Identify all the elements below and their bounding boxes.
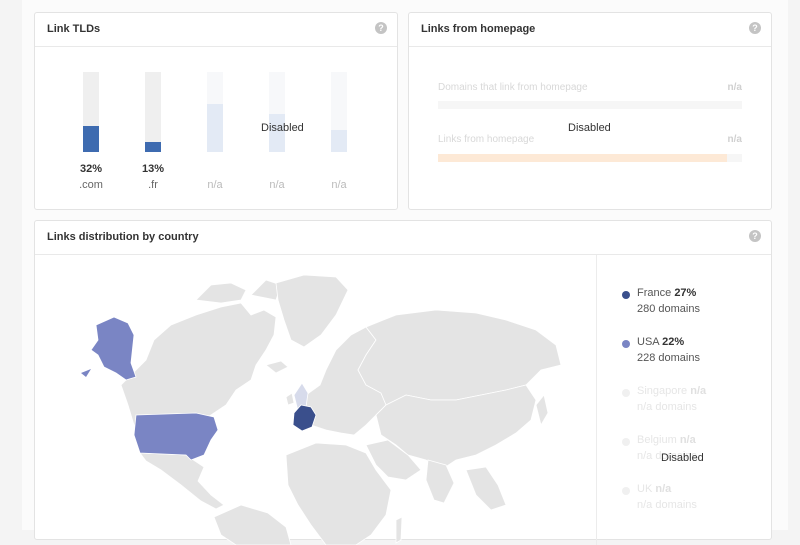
homepage-row-value: n/a bbox=[727, 134, 742, 145]
homepage-title: Links from homepage bbox=[421, 23, 536, 35]
tld-bar-label: n/a bbox=[331, 179, 347, 191]
map-region-ireland bbox=[285, 392, 295, 406]
map-region-mexico bbox=[139, 452, 225, 510]
legend-country-name: USA bbox=[637, 336, 660, 348]
legend-country-percent: 22% bbox=[662, 336, 685, 348]
legend-country: USA 22% bbox=[637, 336, 684, 348]
homepage-row-track bbox=[438, 101, 742, 109]
legend-country: UK n/a bbox=[637, 483, 671, 495]
link-tlds-card: Link TLDs ? 32% .com 13% .fr n/a n/a n/a Disab… bbox=[34, 12, 398, 210]
tld-bar-label: .fr bbox=[148, 179, 158, 191]
legend-dot-icon bbox=[622, 487, 630, 495]
map-region-southeast-asia bbox=[465, 466, 507, 511]
homepage-row-value: n/a bbox=[727, 82, 742, 93]
legend-country-name: France bbox=[637, 287, 672, 299]
map-region-alaska bbox=[90, 316, 137, 381]
map-region-iceland bbox=[265, 360, 289, 374]
legend-country-percent: n/a bbox=[679, 434, 696, 446]
map-region-usa bbox=[133, 412, 219, 461]
legend-domains: n/a domains bbox=[637, 499, 697, 511]
map-region-japan bbox=[535, 394, 549, 427]
tld-bar-disabled bbox=[331, 72, 347, 152]
country-header: Links distribution by country ? bbox=[35, 221, 771, 255]
map-region-madagascar bbox=[395, 516, 403, 544]
homepage-row-track bbox=[438, 154, 742, 162]
tld-bar[interactable] bbox=[145, 72, 161, 152]
tld-bar-fill bbox=[145, 141, 161, 152]
help-icon[interactable]: ? bbox=[749, 22, 761, 34]
tld-bar-fill bbox=[83, 126, 99, 152]
legend-country-name: UK bbox=[637, 483, 653, 495]
legend-country: France 27% bbox=[637, 287, 696, 299]
legend-divider bbox=[596, 255, 597, 545]
links-from-homepage-card: Links from homepage ? Domains that link … bbox=[408, 12, 772, 210]
legend-country-percent: 27% bbox=[674, 287, 697, 299]
homepage-row-fill bbox=[438, 154, 727, 162]
tld-bar[interactable] bbox=[83, 72, 99, 152]
world-map[interactable] bbox=[36, 255, 596, 545]
legend-country-name: Singapore bbox=[637, 385, 688, 397]
help-icon[interactable]: ? bbox=[375, 22, 387, 34]
tld-bar-label: .com bbox=[79, 179, 103, 191]
tld-bar-label: n/a bbox=[269, 179, 285, 191]
tld-bar-disabled-fill bbox=[331, 129, 347, 152]
map-region-alaska-islands bbox=[81, 369, 91, 377]
legend-country-percent: n/a bbox=[655, 483, 672, 495]
map-region-france bbox=[292, 404, 317, 432]
legend-domains: 280 domains bbox=[637, 303, 700, 315]
tld-bar-disabled-fill bbox=[207, 104, 223, 152]
link-tlds-title: Link TLDs bbox=[47, 23, 101, 35]
legend-dot-icon bbox=[622, 389, 630, 397]
map-region-greenland bbox=[275, 274, 349, 348]
legend-domains: 228 domains bbox=[637, 352, 700, 364]
homepage-header: Links from homepage ? bbox=[409, 13, 771, 47]
legend-country: Singapore n/a bbox=[637, 385, 706, 397]
link-tlds-header: Link TLDs ? bbox=[35, 13, 397, 47]
map-region-russia bbox=[357, 309, 562, 406]
map-region-south-america bbox=[213, 504, 292, 545]
map-region-india bbox=[425, 459, 455, 504]
legend-country-name: Belgium bbox=[637, 434, 677, 446]
homepage-row-label: Domains that link from homepage bbox=[438, 82, 588, 93]
disabled-label: Disabled bbox=[661, 452, 704, 464]
tld-bar-percent: 13% bbox=[141, 163, 165, 175]
tld-bar-label: n/a bbox=[207, 179, 223, 191]
tld-bar-percent: 32% bbox=[79, 163, 103, 175]
map-region-arctic-islands bbox=[195, 282, 247, 304]
homepage-row-label: Links from homepage bbox=[438, 134, 535, 145]
legend-country-percent: n/a bbox=[690, 385, 707, 397]
country-distribution-card: Links distribution by country ? France 2… bbox=[34, 220, 772, 545]
country-title: Links distribution by country bbox=[47, 231, 199, 243]
legend-dot-icon bbox=[622, 291, 630, 299]
disabled-label: Disabled bbox=[261, 122, 304, 134]
tld-bar-disabled bbox=[269, 72, 285, 152]
disabled-label: Disabled bbox=[568, 122, 611, 134]
legend-domains: n/a domains bbox=[637, 401, 697, 413]
help-icon[interactable]: ? bbox=[749, 230, 761, 242]
tld-bar-disabled bbox=[207, 72, 223, 152]
legend-country: Belgium n/a bbox=[637, 434, 696, 446]
legend-dot-icon bbox=[622, 340, 630, 348]
map-region-canada bbox=[120, 302, 277, 431]
legend-dot-icon bbox=[622, 438, 630, 446]
